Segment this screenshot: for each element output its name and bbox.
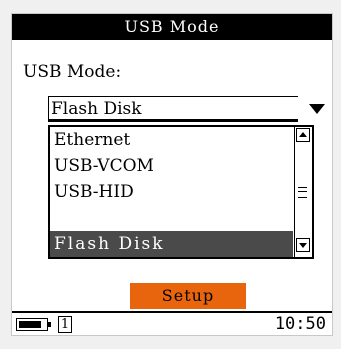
device-screen: USB Mode USB Mode: Flash Disk Ethernet U… xyxy=(11,13,333,336)
list-item-usb-vcom[interactable]: USB-VCOM xyxy=(50,153,293,179)
clock: 10:50 xyxy=(274,314,326,334)
scroll-down-icon[interactable] xyxy=(296,238,310,252)
battery-level-fill xyxy=(19,321,41,328)
list-item-ethernet[interactable]: Ethernet xyxy=(50,127,293,153)
battery-tip xyxy=(48,322,51,327)
window-title: USB Mode xyxy=(12,14,332,40)
status-bar: 1 10:50 xyxy=(12,311,332,335)
usb-mode-select[interactable]: Flash Disk xyxy=(48,96,334,123)
chevron-down-icon[interactable] xyxy=(309,104,325,114)
battery-icon xyxy=(16,318,48,331)
scroll-up-icon[interactable] xyxy=(296,128,310,142)
usb-mode-label: USB Mode: xyxy=(23,62,122,82)
list-scrollbar[interactable] xyxy=(294,127,312,257)
usb-mode-options-list[interactable]: Ethernet USB-VCOM USB-HID Flash Disk xyxy=(48,125,314,259)
list-item-flash-disk[interactable]: Flash Disk xyxy=(50,231,293,257)
page-number-badge: 1 xyxy=(58,316,72,333)
list-item-usb-hid[interactable]: USB-HID xyxy=(50,179,293,205)
usb-mode-select-value[interactable]: Flash Disk xyxy=(48,96,298,122)
scroll-thumb[interactable] xyxy=(298,187,307,198)
setup-button[interactable]: Setup xyxy=(130,283,246,309)
